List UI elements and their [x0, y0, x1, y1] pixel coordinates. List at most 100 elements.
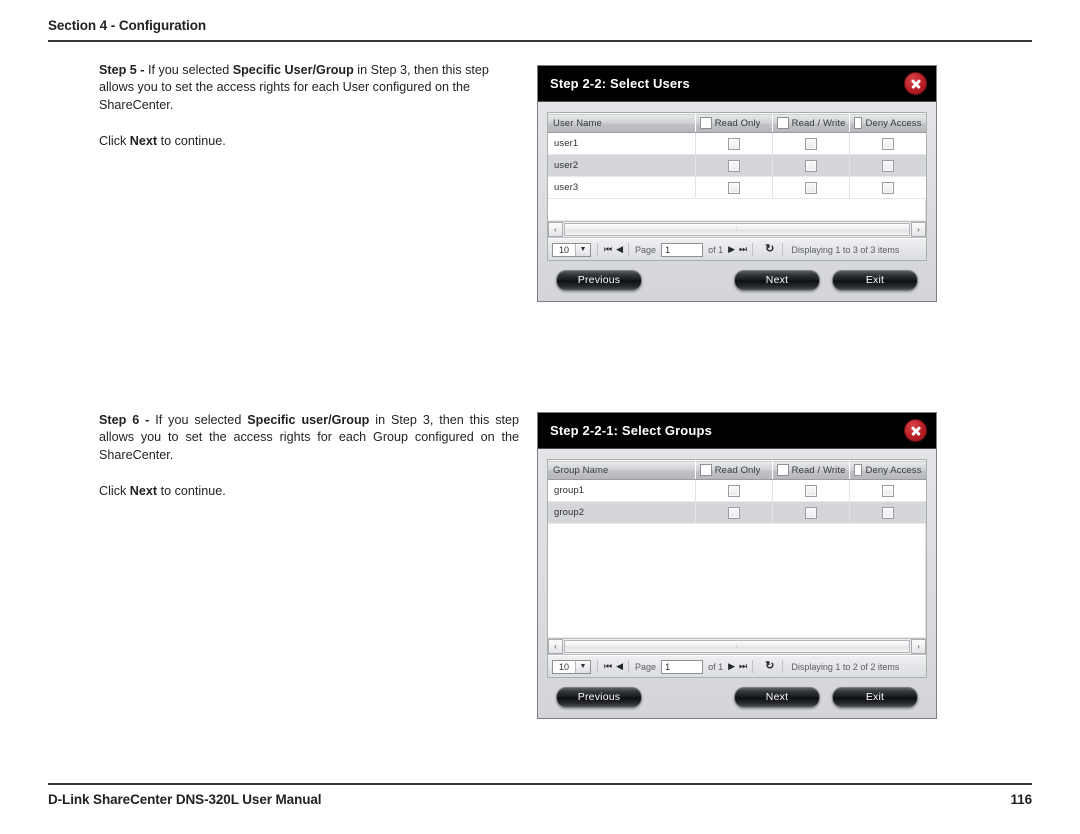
- read-write-checkbox[interactable]: [805, 506, 818, 519]
- next-button[interactable]: Next: [734, 269, 820, 291]
- select-all-deny-access-checkbox[interactable]: [854, 117, 863, 129]
- page-number-input[interactable]: 1: [661, 242, 704, 257]
- read-write-checkbox[interactable]: [805, 484, 818, 497]
- dialog-body: Group Name Read Only Read / Write Deny A…: [538, 449, 936, 718]
- column-label-name: User Name: [553, 117, 602, 129]
- page-size-select[interactable]: 10 ▼: [552, 242, 591, 257]
- scroll-right-icon[interactable]: ›: [911, 222, 926, 237]
- cell-deny-access: [849, 479, 926, 502]
- last-page-icon[interactable]: ⏭: [739, 662, 747, 671]
- footer-page-number: 116: [1010, 792, 1033, 807]
- cell-read-only: [695, 176, 774, 199]
- read-only-checkbox[interactable]: [727, 137, 740, 150]
- scrollbar-thumb[interactable]: ∶: [564, 640, 910, 653]
- first-page-icon[interactable]: ⏮: [604, 245, 612, 254]
- refresh-icon[interactable]: ↻: [765, 244, 774, 255]
- dialog-title: Step 2-2-1: Select Groups: [550, 423, 712, 438]
- select-all-read-only-checkbox[interactable]: [699, 117, 712, 129]
- step-5-click-post: to continue.: [157, 134, 226, 149]
- read-write-checkbox[interactable]: [805, 137, 818, 150]
- step-6-click-pre: Click: [99, 484, 130, 499]
- deny-access-checkbox[interactable]: [881, 137, 894, 150]
- column-header-name: Group Name: [548, 460, 696, 480]
- prev-page-icon[interactable]: ◀: [616, 662, 623, 671]
- cell-read-write: [772, 479, 851, 502]
- scrollbar-grip-icon: ∶: [735, 226, 739, 233]
- footer-manual-title: D-Link ShareCenter DNS-320L User Manual: [48, 792, 322, 807]
- scrollbar-track[interactable]: ∶: [563, 639, 911, 654]
- step-5-click-pre: Click: [99, 134, 130, 149]
- page-size-value: 10: [553, 243, 575, 256]
- column-header-read-write: Read / Write: [772, 460, 851, 480]
- scrollbar-track[interactable]: ∶: [563, 222, 911, 237]
- pager-divider: [628, 660, 630, 673]
- table-row[interactable]: group1: [548, 479, 926, 502]
- select-all-deny-access-checkbox[interactable]: [854, 464, 863, 476]
- read-only-checkbox[interactable]: [727, 484, 740, 497]
- select-all-read-write-checkbox[interactable]: [777, 464, 789, 476]
- previous-button[interactable]: Previous: [556, 269, 642, 291]
- deny-access-checkbox[interactable]: [881, 181, 894, 194]
- chevron-down-icon[interactable]: ▼: [575, 660, 590, 673]
- exit-button[interactable]: Exit: [832, 269, 918, 291]
- deny-access-checkbox[interactable]: [881, 159, 894, 172]
- pager-divider: [782, 660, 784, 673]
- page-size-select[interactable]: 10 ▼: [552, 659, 591, 674]
- dialog-titlebar: Step 2-2: Select Users: [538, 66, 936, 102]
- table-row[interactable]: user1: [548, 132, 926, 155]
- step-6-text-1: If you selected: [155, 413, 248, 427]
- page-label: Page: [635, 244, 657, 255]
- page-size-value: 10: [553, 660, 575, 673]
- scroll-left-icon[interactable]: ‹: [548, 222, 563, 237]
- table-empty-area: [548, 523, 926, 638]
- next-button[interactable]: Next: [734, 686, 820, 708]
- dialog-button-bar: Previous Next Exit: [547, 678, 927, 718]
- read-write-checkbox[interactable]: [805, 181, 818, 194]
- read-only-checkbox[interactable]: [727, 506, 740, 519]
- step-6-click-line: Click Next to continue.: [99, 483, 519, 500]
- close-icon[interactable]: [904, 72, 927, 95]
- cell-deny-access: [849, 132, 926, 155]
- page-number-input[interactable]: 1: [661, 659, 704, 674]
- table-row[interactable]: user2: [548, 154, 926, 177]
- table-empty-area: [548, 198, 926, 221]
- last-page-icon[interactable]: ⏭: [739, 245, 747, 254]
- scrollbar-thumb[interactable]: ∶: [564, 223, 910, 236]
- previous-button[interactable]: Previous: [556, 686, 642, 708]
- read-only-checkbox[interactable]: [727, 159, 740, 172]
- table-row[interactable]: user3: [548, 176, 926, 199]
- select-all-read-write-checkbox[interactable]: [777, 117, 789, 129]
- step-6-emphasis: Specific user/Group: [247, 413, 370, 427]
- deny-access-checkbox[interactable]: [881, 484, 894, 497]
- first-page-icon[interactable]: ⏮: [604, 662, 612, 671]
- horizontal-scrollbar[interactable]: ‹ ∶ ›: [548, 638, 926, 655]
- exit-button[interactable]: Exit: [832, 686, 918, 708]
- table-empty-cell: [548, 523, 926, 638]
- deny-access-checkbox[interactable]: [881, 506, 894, 519]
- next-page-icon[interactable]: ▶: [728, 662, 735, 671]
- column-header-read-only: Read Only: [695, 113, 774, 133]
- displaying-status-text: Displaying 1 to 2 of 2 items: [791, 661, 900, 672]
- read-write-checkbox[interactable]: [805, 159, 818, 172]
- page-header: Section 4 - Configuration: [48, 18, 1032, 42]
- scroll-right-icon[interactable]: ›: [911, 639, 926, 654]
- table-empty-cell: [548, 198, 926, 221]
- refresh-icon[interactable]: ↻: [765, 661, 774, 672]
- table-row[interactable]: group2: [548, 501, 926, 524]
- cell-group-name: group2: [548, 501, 696, 524]
- column-label-read-write: Read / Write: [791, 464, 846, 476]
- cell-read-write: [772, 154, 851, 177]
- cell-read-write: [772, 132, 851, 155]
- select-all-read-only-checkbox[interactable]: [699, 464, 712, 476]
- step-5-paragraph: Step 5 - If you selected Specific User/G…: [99, 62, 519, 114]
- read-only-checkbox[interactable]: [727, 181, 740, 194]
- prev-page-icon[interactable]: ◀: [616, 245, 623, 254]
- chevron-down-icon[interactable]: ▼: [575, 243, 590, 256]
- column-label-deny-access: Deny Access: [865, 117, 922, 129]
- horizontal-scrollbar[interactable]: ‹ ∶ ›: [548, 221, 926, 238]
- scrollbar-grip-icon: ∶: [735, 643, 739, 650]
- close-icon[interactable]: [904, 419, 927, 442]
- cell-read-write: [772, 501, 851, 524]
- next-page-icon[interactable]: ▶: [728, 245, 735, 254]
- scroll-left-icon[interactable]: ‹: [548, 639, 563, 654]
